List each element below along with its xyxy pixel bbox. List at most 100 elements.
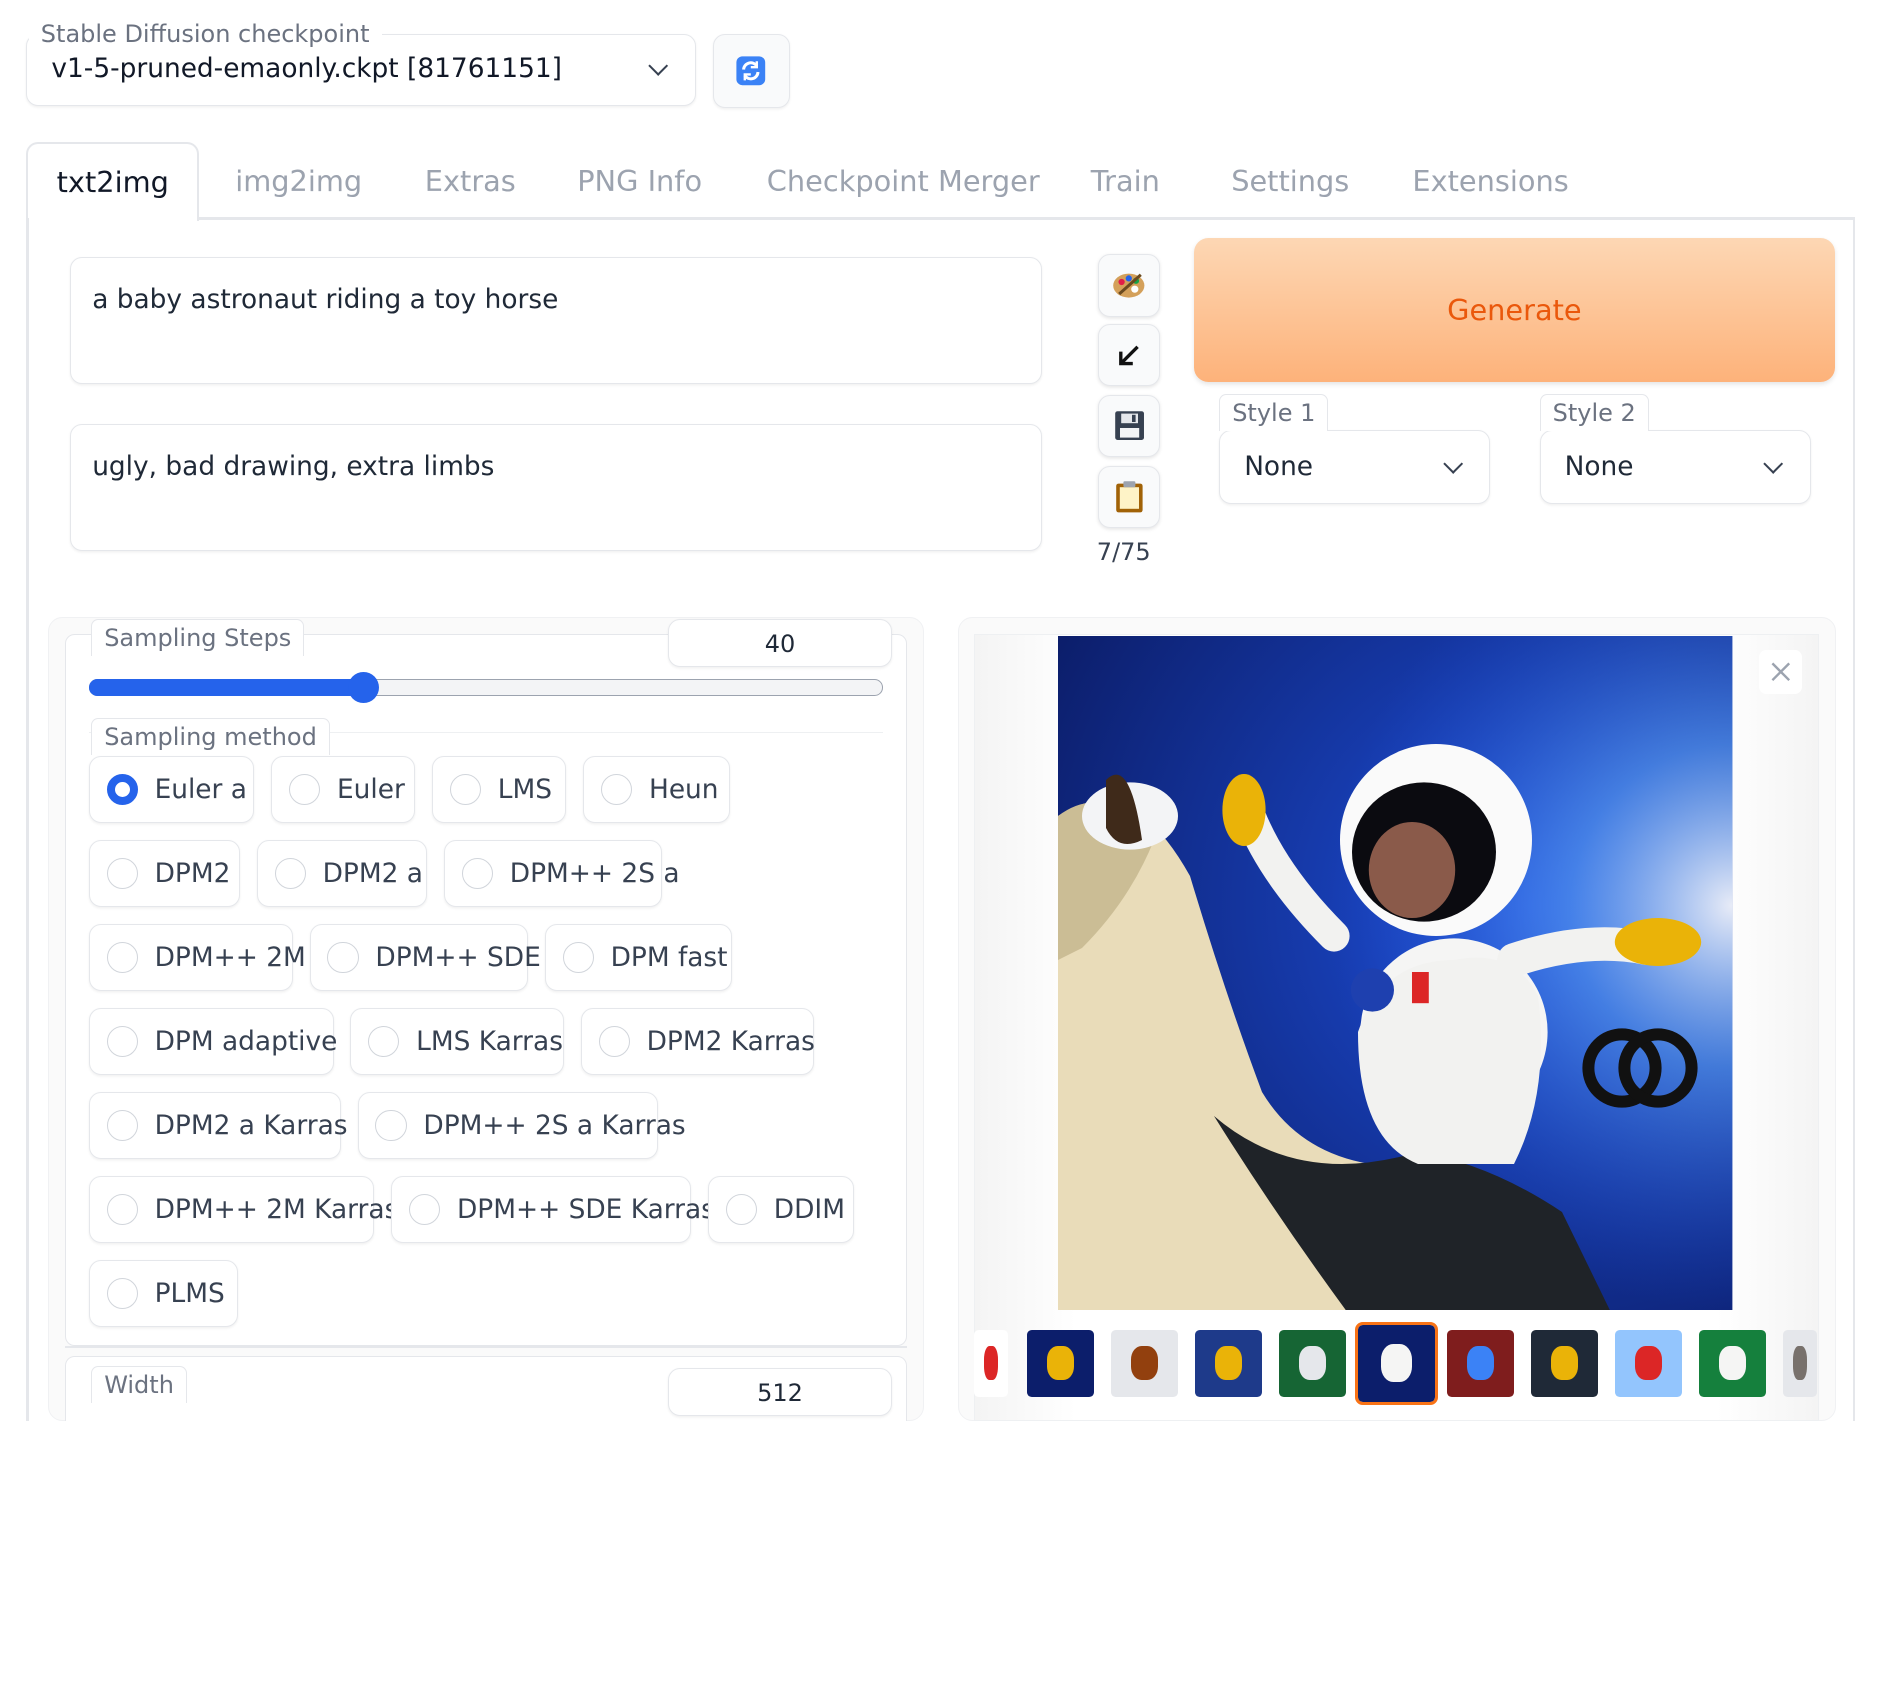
prompt-text: a baby astronaut riding a toy horse xyxy=(92,284,559,316)
sampling-option-euler[interactable]: Euler xyxy=(271,756,416,824)
generate-label: Generate xyxy=(1447,292,1582,327)
width-number[interactable]: 512 xyxy=(668,1368,892,1416)
chevron-down-icon xyxy=(1442,454,1464,475)
close-image-button[interactable] xyxy=(1759,650,1803,694)
sampling-option-lms[interactable]: LMS xyxy=(432,756,567,824)
radio-circle[interactable] xyxy=(375,1110,407,1142)
style2-label: Style 2 xyxy=(1539,393,1649,431)
radio-circle[interactable] xyxy=(461,858,493,890)
sampling-option-dpm2-a[interactable]: DPM2 a xyxy=(256,840,428,908)
style1-label: Style 1 xyxy=(1219,393,1329,431)
gallery-thumbnail[interactable] xyxy=(1447,1329,1515,1397)
thumbnail-subject xyxy=(1635,1346,1663,1380)
slider-handle[interactable] xyxy=(347,672,380,704)
tab-checkpoint-merger[interactable]: Checkpoint Merger xyxy=(767,144,1040,218)
radio-circle[interactable] xyxy=(600,774,633,806)
gallery-thumbnail[interactable] xyxy=(1111,1329,1179,1397)
style1-dropdown[interactable]: None xyxy=(1219,429,1491,504)
prompt-input[interactable]: a baby astronaut riding a toy horse xyxy=(69,256,1042,384)
negative-prompt-text: ugly, bad drawing, extra limbs xyxy=(92,450,495,482)
save-style-button[interactable] xyxy=(1098,394,1161,458)
tab-panel-border-left xyxy=(26,218,29,1421)
sampling-option-dpm2-karras[interactable]: DPM2 Karras xyxy=(580,1008,815,1076)
tab-txt2img[interactable]: txt2img xyxy=(26,141,200,221)
radio-circle[interactable] xyxy=(106,858,138,890)
checkpoint-value: v1-5-pruned-emaonly.ckpt [81761151] xyxy=(51,52,562,84)
radio-label: LMS Karras xyxy=(416,1026,563,1058)
generate-button[interactable]: Generate xyxy=(1194,237,1835,382)
radio-circle[interactable] xyxy=(274,858,306,890)
sampling-option-dpm-2s-a[interactable]: DPM++ 2S a xyxy=(444,840,680,908)
gallery-thumbnail[interactable] xyxy=(974,1329,1008,1397)
radio-circle[interactable] xyxy=(327,942,359,974)
tab-settings[interactable]: Settings xyxy=(1231,144,1349,218)
radio-circle[interactable] xyxy=(288,774,321,806)
thumbnail-subject xyxy=(1381,1343,1413,1383)
tab-extras[interactable]: Extras xyxy=(425,144,516,218)
radio-circle[interactable] xyxy=(598,1026,630,1058)
thumbnail-subject xyxy=(1299,1346,1327,1380)
refresh-checkpoint-button[interactable] xyxy=(712,33,790,108)
gallery-thumbnail[interactable] xyxy=(1195,1329,1263,1397)
sampling-option-heun[interactable]: Heun xyxy=(583,756,730,824)
style2-value: None xyxy=(1564,450,1634,482)
sampling-option-dpm-2m[interactable]: DPM++ 2M xyxy=(88,924,306,992)
gallery-thumbnail[interactable] xyxy=(1027,1329,1095,1397)
generated-image[interactable] xyxy=(1058,636,1733,1311)
width-value: 512 xyxy=(757,1379,803,1407)
sampling-option-dpm-fast[interactable]: DPM fast xyxy=(544,924,732,992)
refresh-icon xyxy=(736,56,766,86)
sampling-option-plms[interactable]: PLMS xyxy=(88,1260,238,1328)
negative-prompt-input[interactable]: ugly, bad drawing, extra limbs xyxy=(69,423,1042,551)
radio-circle[interactable] xyxy=(106,1026,138,1058)
apply-style-button[interactable] xyxy=(1098,465,1161,528)
sampling-option-lms-karras[interactable]: LMS Karras xyxy=(350,1008,564,1076)
thumbnail-subject xyxy=(1215,1346,1243,1380)
radio-circle[interactable] xyxy=(106,774,138,806)
sampling-option-dpm-2m-karras[interactable]: DPM++ 2M Karras xyxy=(88,1176,398,1244)
radio-circle[interactable] xyxy=(725,1194,757,1226)
sampling-steps-slider[interactable] xyxy=(88,672,884,704)
width-label: Width xyxy=(91,1365,187,1403)
radio-circle[interactable] xyxy=(106,1278,138,1310)
tab-img2img[interactable]: img2img xyxy=(235,144,362,218)
radio-circle[interactable] xyxy=(408,1194,441,1226)
sampling-option-dpm-adaptive[interactable]: DPM adaptive xyxy=(88,1008,337,1076)
sampling-option-dpm-sde-karras[interactable]: DPM++ SDE Karras xyxy=(391,1176,715,1244)
sampling-option-dpm2[interactable]: DPM2 xyxy=(88,840,240,908)
radio-circle[interactable] xyxy=(106,1194,138,1226)
style2-dropdown[interactable]: None xyxy=(1539,429,1811,504)
radio-circle[interactable] xyxy=(106,1110,138,1142)
radio-circle[interactable] xyxy=(368,1026,400,1058)
gallery-thumbnail[interactable] xyxy=(1783,1329,1817,1397)
clipboard-icon xyxy=(1115,481,1143,513)
show-extra-networks-button[interactable] xyxy=(1098,254,1161,317)
radio-circle[interactable] xyxy=(106,942,138,974)
tab-extensions[interactable]: Extensions xyxy=(1412,144,1568,218)
tab-train[interactable]: Train xyxy=(1091,144,1160,218)
thumbnail-subject xyxy=(1719,1346,1747,1380)
sampling-option-dpm-sde[interactable]: DPM++ SDE xyxy=(309,924,541,992)
radio-label: DPM fast xyxy=(610,942,728,974)
gallery-thumbnail[interactable] xyxy=(1279,1329,1347,1397)
sampling-option-dpm2-a-karras[interactable]: DPM2 a Karras xyxy=(88,1092,348,1160)
divider xyxy=(64,1346,908,1348)
gallery-thumbnail[interactable] xyxy=(1531,1329,1599,1397)
sampling-steps-number[interactable]: 40 xyxy=(668,619,892,668)
sampling-option-dpm-2s-a-karras[interactable]: DPM++ 2S a Karras xyxy=(357,1092,686,1160)
radio-label: DPM2 a Karras xyxy=(154,1110,348,1142)
gallery-thumbnail[interactable] xyxy=(1699,1329,1767,1397)
gallery-thumbnail[interactable] xyxy=(1355,1321,1439,1405)
gallery-thumbnail[interactable] xyxy=(1615,1329,1683,1397)
thumbnail-subject xyxy=(1047,1346,1075,1380)
radio-label: LMS xyxy=(497,774,553,806)
arrow-down-left-icon xyxy=(1119,345,1139,366)
tab-png-info[interactable]: PNG Info xyxy=(577,144,702,218)
radio-label: Euler a xyxy=(154,774,247,806)
read-params-button[interactable] xyxy=(1098,324,1161,387)
radio-circle[interactable] xyxy=(449,774,481,806)
chevron-down-icon xyxy=(1763,454,1784,475)
sampling-option-euler-a[interactable]: Euler a xyxy=(88,756,255,824)
sampling-option-ddim[interactable]: DDIM xyxy=(708,1176,855,1244)
radio-circle[interactable] xyxy=(562,942,594,974)
